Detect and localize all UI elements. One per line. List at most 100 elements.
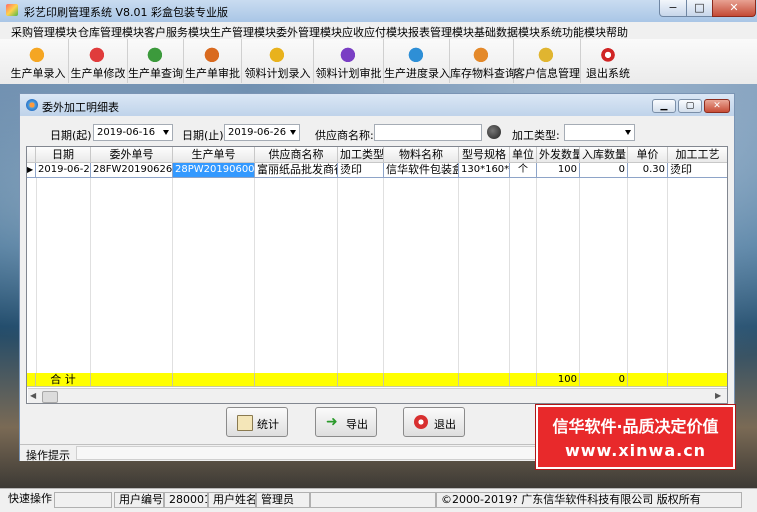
toolbar-production-approve[interactable]: 生产单审批	[184, 39, 242, 83]
column-header[interactable]: 外发数量	[537, 147, 580, 163]
grid-column-line	[536, 178, 537, 373]
scroll-right-icon[interactable]: ▶	[715, 391, 721, 400]
table-cell[interactable]: 2019-06-26	[36, 163, 91, 178]
arrow-right-icon: ➜	[326, 414, 338, 430]
menu-production[interactable]: 生产管理模块	[210, 24, 276, 40]
column-header[interactable]: 型号规格	[459, 147, 510, 163]
column-header[interactable]: 日期	[36, 147, 91, 163]
column-header[interactable]: 生产单号	[173, 147, 255, 163]
user-no: 280001	[164, 492, 208, 508]
table-cell[interactable]: 130*160*50	[459, 163, 510, 178]
column-header[interactable]: 单位	[510, 147, 537, 163]
toolbar-production-entry[interactable]: 生产单录入	[8, 39, 69, 83]
stats-button[interactable]: 统计	[226, 407, 288, 437]
menu-system[interactable]: 系统功能模块	[540, 24, 606, 40]
chevron-down-icon	[290, 130, 296, 135]
totals-cell	[510, 373, 537, 387]
totals-cell	[384, 373, 459, 387]
table-cell[interactable]: 富丽纸品批发商行	[255, 163, 338, 178]
table-cell[interactable]: 100	[537, 163, 580, 178]
maximize-button[interactable]: □	[686, 0, 713, 17]
toolbar-customer-info[interactable]: 客户信息管理	[514, 39, 581, 83]
column-header[interactable]: 加工工艺	[668, 147, 727, 163]
grid-column-line	[90, 178, 91, 373]
material-plan-approve-icon	[337, 45, 360, 63]
chevron-down-icon	[163, 130, 169, 135]
supplier-label: 供应商名称:	[315, 129, 374, 142]
menu-outsourcing[interactable]: 委外管理模块	[276, 24, 342, 40]
totals-row-header	[27, 373, 36, 387]
grid-column-line	[667, 178, 668, 373]
date-from-picker[interactable]: 2019-06-16	[93, 124, 173, 141]
child-title: 委外加工明细表	[42, 101, 119, 114]
menu-receivable-payable[interactable]: 应收应付模块	[342, 24, 408, 40]
supplier-input[interactable]	[374, 124, 482, 141]
menu-reports[interactable]: 报表管理模块	[408, 24, 474, 40]
totals-cell	[459, 373, 510, 387]
table-cell[interactable]: 0	[580, 163, 628, 178]
production-entry-icon	[27, 45, 49, 63]
menu-help[interactable]: 帮助	[606, 24, 628, 40]
table-cell[interactable]: 28FW201906260001	[91, 163, 173, 178]
toolbar-material-plan-approve[interactable]: 领料计划审批	[314, 39, 384, 83]
menu-purchase[interactable]: 采购管理模块	[11, 24, 77, 40]
totals-cell	[91, 373, 173, 387]
totals-cell	[668, 373, 727, 387]
export-button[interactable]: ➜ 导出	[315, 407, 377, 437]
column-header[interactable]: 单价	[628, 147, 668, 163]
child-maximize-button[interactable]: ▢	[678, 99, 702, 113]
date-from-value: 2019-06-16	[97, 127, 156, 138]
brand-banner: 信华软件·品质决定价值 www.xinwa.cn	[536, 405, 735, 469]
copyright-text: ©2000-2019? 广东信华软件科技有限公司 版权所有	[436, 492, 742, 508]
status-bar: 快速操作 用户编号 280001 用户姓名 管理员 ©2000-2019? 广东…	[0, 488, 757, 512]
table-cell-selected[interactable]: 28PW201906000001	[173, 163, 255, 178]
scroll-left-icon[interactable]: ◀	[30, 391, 36, 400]
column-header[interactable]: 加工类型	[338, 147, 384, 163]
grid-column-line	[579, 178, 580, 373]
date-from-label: 日期(起)	[50, 129, 92, 142]
table-cell[interactable]: 烫印	[668, 163, 727, 178]
exit-system-icon	[597, 45, 619, 63]
totals-in-qty: 0	[580, 373, 628, 387]
scroll-thumb[interactable]	[42, 391, 58, 403]
date-to-value: 2019-06-26	[228, 127, 287, 138]
totals-cell	[338, 373, 384, 387]
grid-column-line	[509, 178, 510, 373]
child-minimize-button[interactable]: ▁	[652, 99, 676, 113]
quick-actions-label[interactable]: 快速操作	[4, 492, 52, 508]
date-to-label: 日期(止)	[182, 129, 224, 142]
production-approve-icon	[201, 45, 224, 63]
table-cell[interactable]: 信华软件包装盒	[384, 163, 459, 178]
row-indicator-icon[interactable]: ▶	[27, 163, 36, 178]
toolbar-inventory-query[interactable]: 库存物料查询	[450, 39, 516, 83]
menu-customer-service[interactable]: 客户服务模块	[144, 24, 210, 40]
date-to-picker[interactable]: 2019-06-26	[224, 124, 300, 141]
menu-warehouse[interactable]: 仓库管理模块	[78, 24, 144, 40]
table-cell[interactable]: 个	[510, 163, 537, 178]
toolbar-production-edit[interactable]: 生产单修改	[69, 39, 128, 83]
column-header[interactable]: 物料名称	[384, 147, 459, 163]
main-toolbar: 生产单录入 生产单修改 生产单查询 生产单审批 领料计划录入 领料计划审批 生产…	[0, 39, 757, 85]
supplier-lookup-icon[interactable]	[487, 125, 501, 139]
horizontal-scrollbar[interactable]: ◀ ▶	[28, 388, 727, 403]
toolbar-material-plan-entry[interactable]: 领料计划录入	[242, 39, 314, 83]
exit-button[interactable]: 退出	[403, 407, 465, 437]
column-header[interactable]: 委外单号	[91, 147, 173, 163]
minimize-button[interactable]: −	[659, 0, 687, 17]
child-close-button[interactable]: ✕	[704, 99, 730, 113]
table-cell[interactable]: 烫印	[338, 163, 384, 178]
toolbar-production-query[interactable]: 生产单查询	[128, 39, 184, 83]
process-type-select[interactable]	[564, 124, 635, 141]
close-button[interactable]: ✕	[712, 0, 756, 17]
app-title-bar: 彩艺印刷管理系统 V8.01 彩盒包装专业版 − □ ✕	[0, 0, 757, 23]
toolbar-exit-system[interactable]: 退出系统	[581, 39, 635, 83]
column-header[interactable]: 入库数量	[580, 147, 628, 163]
detail-grid[interactable]: 日期 委外单号 生产单号 供应商名称 加工类型 物料名称 型号规格 单位 外发数…	[26, 146, 728, 404]
table-cell[interactable]: 0.30	[628, 163, 668, 178]
material-plan-entry-icon	[266, 45, 289, 63]
menu-basic-data[interactable]: 基础数据模块	[474, 24, 540, 40]
production-query-icon	[144, 45, 167, 63]
grid-column-line	[254, 178, 255, 373]
toolbar-progress-entry[interactable]: 生产进度录入	[384, 39, 450, 83]
column-header[interactable]: 供应商名称	[255, 147, 338, 163]
